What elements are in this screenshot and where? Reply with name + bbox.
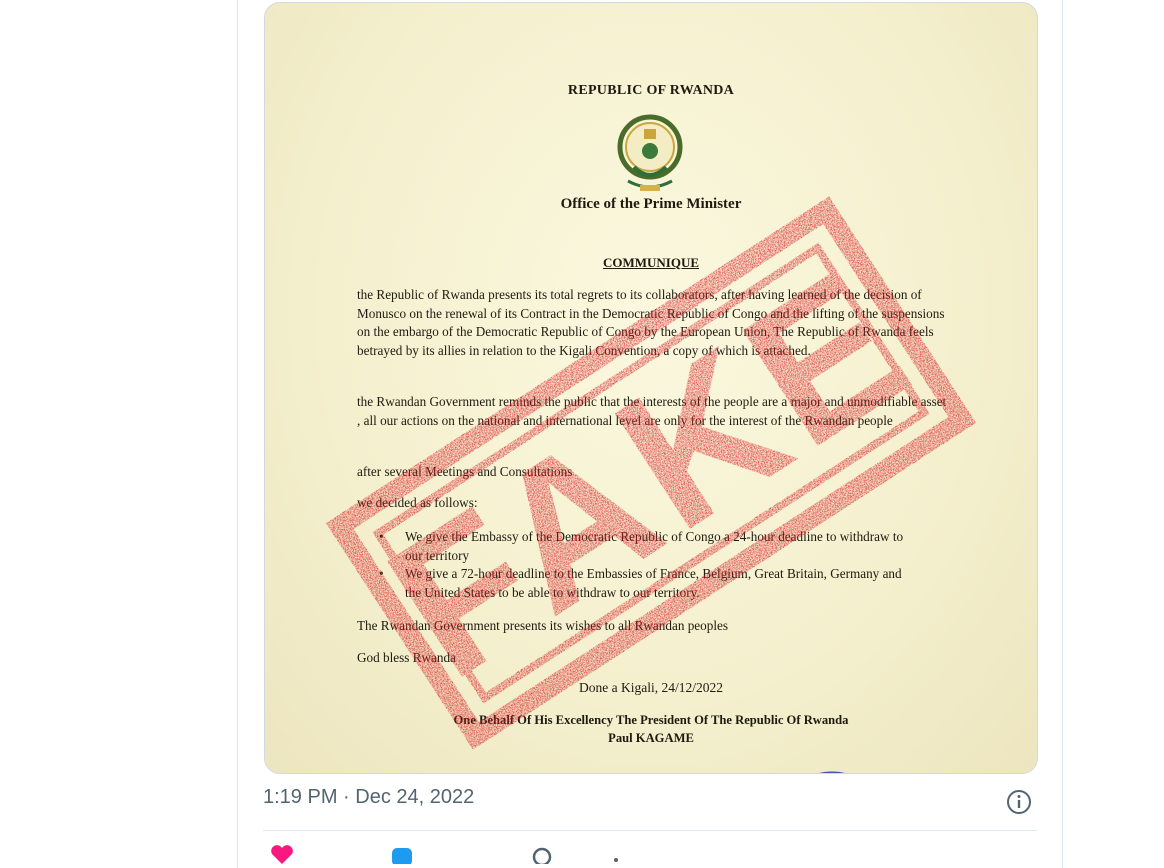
tweet-actions-bar	[263, 844, 1037, 864]
divider	[263, 830, 1037, 831]
tweet-column: REPUBLIC OF RWANDA Office of the Prime M…	[237, 0, 1063, 868]
official-seal-icon	[819, 771, 845, 773]
document-paragraph: God bless Rwanda	[357, 650, 456, 665]
more-icon[interactable]	[603, 844, 629, 864]
document-paragraph: The Rwandan Government presents its wish…	[357, 618, 729, 633]
info-icon[interactable]	[1006, 789, 1032, 815]
document-behalf-line: One Behalf Of His Excellency The Preside…	[453, 713, 849, 727]
tweet-timestamp[interactable]: 1:19 PM · Dec 24, 2022	[263, 786, 474, 809]
document-signatory: Paul KAGAME	[608, 731, 694, 745]
document-header: REPUBLIC OF RWANDA	[567, 83, 735, 98]
share-icon[interactable]	[529, 844, 555, 864]
document-bullet: We give the Embassy of the Democratic Re…	[379, 528, 919, 565]
document-heading: COMMUNIQUE	[602, 255, 700, 270]
heart-icon[interactable]	[269, 844, 295, 864]
document-paragraph: after several Meetings and Consultations	[357, 464, 573, 479]
document-bullet-list: We give the Embassy of the Democratic Re…	[379, 528, 919, 602]
tweet-image[interactable]: REPUBLIC OF RWANDA Office of the Prime M…	[264, 2, 1038, 774]
document-bullet: We give a 72-hour deadline to the Embass…	[379, 565, 919, 602]
communique-document: REPUBLIC OF RWANDA Office of the Prime M…	[265, 3, 1037, 773]
rwanda-emblem-icon	[617, 114, 683, 191]
document-paragraph: the Rwandan Government reminds the publi…	[357, 394, 947, 428]
document-office: Office of the Prime Minister	[560, 196, 742, 212]
document-paragraph: we decided as follows:	[357, 495, 478, 510]
document-paragraph: the Republic of Rwanda presents its tota…	[357, 287, 945, 358]
reply-icon[interactable]	[389, 844, 415, 864]
document-date-line: Done a Kigali, 24/12/2022	[579, 680, 723, 695]
